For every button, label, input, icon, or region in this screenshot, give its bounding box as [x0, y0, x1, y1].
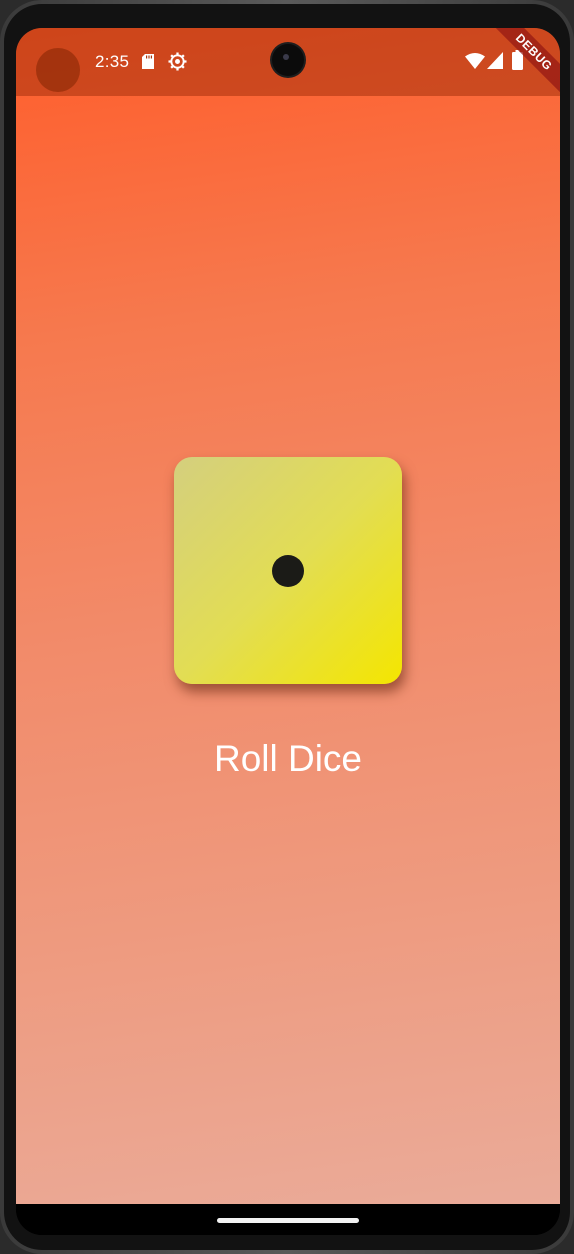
- front-camera: [272, 44, 304, 76]
- dice-pip: [272, 555, 304, 587]
- phone-bezel: 2:35 DEBUG Roll Dice: [4, 4, 570, 1250]
- home-gesture-handle[interactable]: [217, 1218, 359, 1223]
- gear-icon: [168, 52, 187, 71]
- status-bar: 2:35: [16, 28, 560, 96]
- status-time: 2:35: [95, 52, 130, 71]
- phone-frame: 2:35 DEBUG Roll Dice: [0, 0, 574, 1254]
- wifi-icon: [465, 53, 485, 69]
- notification-avatar: [36, 48, 80, 92]
- app-screen: 2:35 DEBUG Roll Dice: [16, 28, 560, 1235]
- dice-button[interactable]: [174, 457, 402, 684]
- navigation-bar: [16, 1204, 560, 1235]
- cellular-signal-icon: [487, 52, 503, 69]
- sd-card-icon: [142, 54, 154, 69]
- roll-dice-button[interactable]: Roll Dice: [16, 738, 560, 780]
